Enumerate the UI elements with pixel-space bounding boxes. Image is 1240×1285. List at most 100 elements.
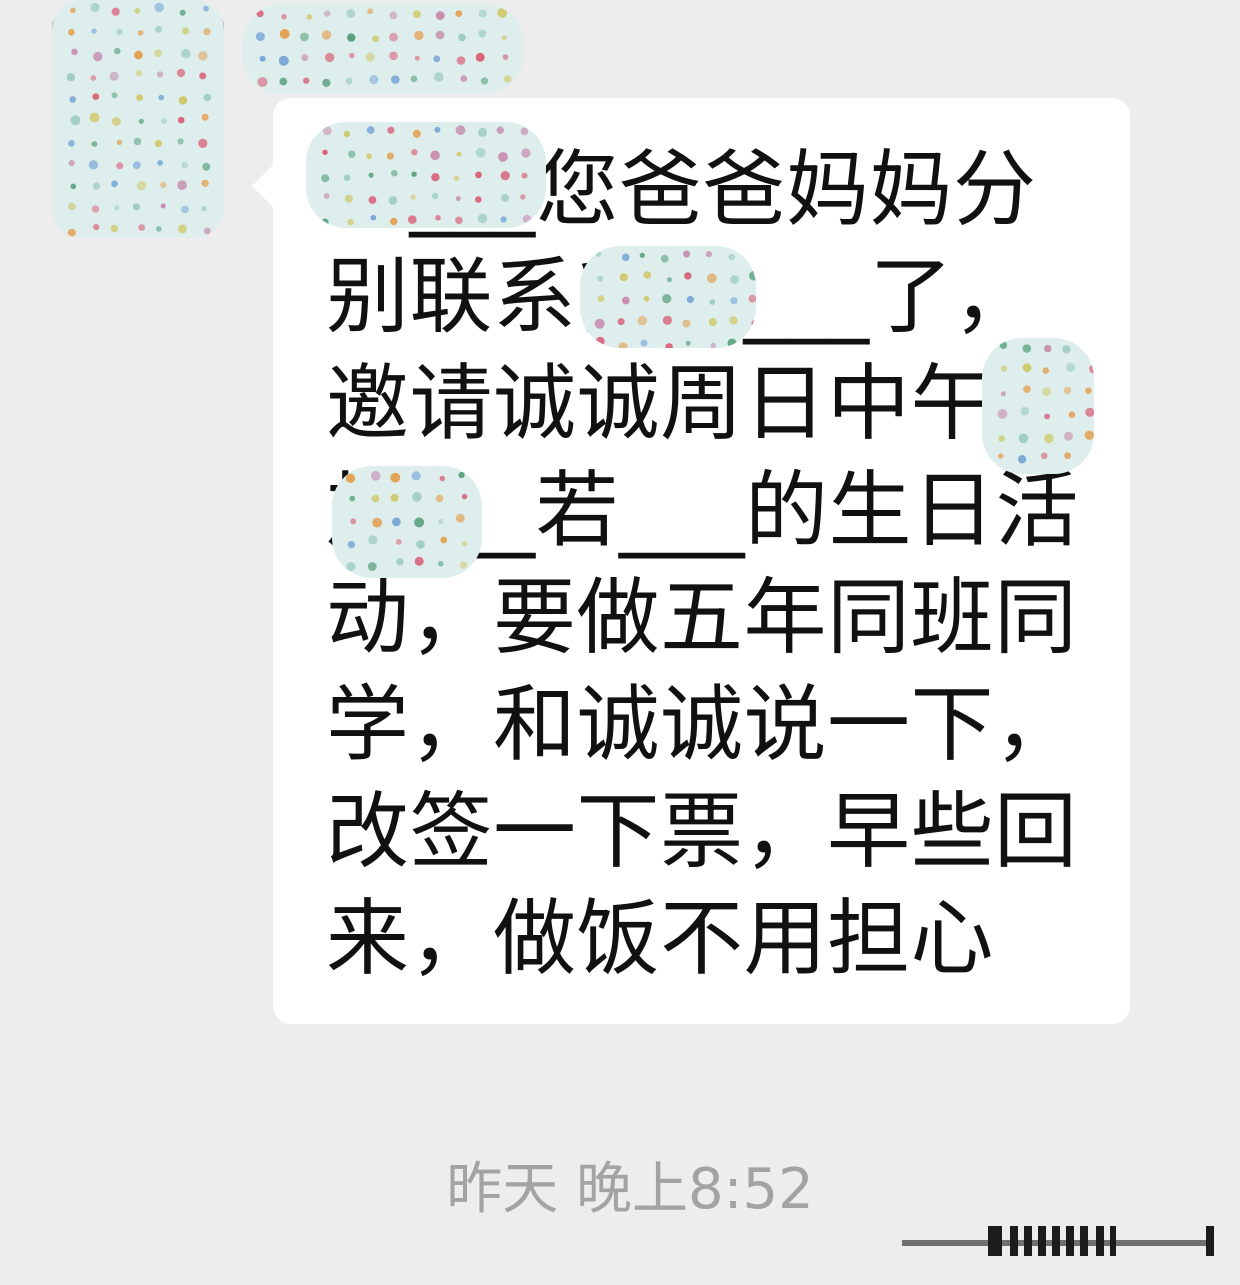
polka-dot-pattern — [255, 7, 512, 87]
redaction-dot — [279, 77, 288, 86]
redaction-dot — [67, 228, 76, 237]
redaction-dot — [343, 174, 351, 182]
redaction-dot — [458, 33, 466, 42]
redaction-dot — [597, 275, 604, 282]
redaction-dot — [390, 472, 401, 483]
redaction-dot — [730, 297, 738, 305]
redaction-dot — [410, 194, 416, 200]
redaction-dot — [456, 151, 462, 157]
redaction-dot — [256, 10, 264, 18]
redaction-dot — [154, 49, 162, 58]
redaction-dot — [203, 93, 211, 102]
redaction-dot — [136, 181, 147, 191]
redaction-dot — [89, 112, 100, 123]
redaction-dot — [324, 10, 331, 17]
redaction-dot — [368, 535, 378, 545]
redaction-dot — [389, 32, 398, 42]
redaction-dot — [349, 495, 356, 502]
redaction-dot — [619, 273, 628, 282]
redaction-dot — [453, 175, 460, 182]
redaction-dot — [70, 115, 81, 126]
polka-dot-pattern — [66, 2, 211, 237]
redaction-dot — [1063, 386, 1072, 395]
redaction-dot — [456, 56, 466, 65]
redaction-dot — [367, 562, 377, 571]
redaction-dot — [350, 518, 357, 525]
redaction-dot — [201, 179, 209, 187]
redaction-dot — [1044, 344, 1052, 353]
redaction-dot — [455, 10, 463, 17]
redaction-dot — [347, 33, 356, 42]
redaction-dot — [68, 160, 75, 167]
redaction-dot — [114, 47, 121, 55]
redaction-dot — [1020, 406, 1030, 416]
redaction-dot — [177, 116, 185, 124]
redaction-dot — [134, 8, 141, 14]
redaction-dot — [475, 52, 485, 62]
redaction-dot — [92, 93, 100, 100]
redaction-dot — [347, 540, 356, 549]
redaction-dot — [368, 172, 374, 178]
redaction-dot — [622, 253, 630, 262]
redaction-dot — [521, 148, 531, 158]
redaction-dot — [324, 52, 335, 63]
redaction-dot — [114, 205, 120, 211]
redaction-dot — [161, 118, 167, 124]
redaction-dot — [412, 492, 422, 502]
redaction-dot — [70, 183, 77, 190]
redaction-dot — [411, 171, 417, 177]
redaction-dot — [391, 75, 400, 84]
redaction-dot — [116, 28, 123, 35]
redaction-dot — [478, 29, 487, 38]
redaction-dot — [134, 50, 143, 60]
redaction-dot — [707, 273, 717, 284]
redaction-dot — [500, 171, 510, 181]
redaction-dot — [475, 171, 482, 179]
redaction-dot — [158, 94, 164, 101]
redaction-dot — [501, 194, 509, 202]
redaction-dot — [154, 139, 162, 147]
redaction-dot — [662, 315, 672, 325]
redaction-dot — [435, 30, 445, 40]
redaction-dot — [617, 318, 625, 326]
redaction-dot — [455, 216, 463, 225]
redaction-dot — [345, 77, 353, 85]
redaction-dot — [1044, 433, 1054, 444]
redaction-dot — [111, 117, 121, 126]
redaction-dot — [435, 11, 445, 21]
redaction-dot — [91, 205, 100, 213]
redaction-dot — [477, 213, 488, 224]
redaction-dot — [395, 539, 402, 545]
redaction-dot — [177, 138, 184, 145]
redaction-dot — [597, 295, 605, 302]
redaction-dot — [388, 196, 398, 205]
redaction-dot — [728, 253, 736, 261]
redaction-dot — [666, 277, 672, 283]
redaction-dot — [346, 562, 356, 572]
redaction-dot — [92, 182, 101, 190]
redaction-dot — [370, 471, 381, 481]
redaction-dot — [660, 254, 669, 263]
redaction-dot — [135, 70, 143, 77]
redaction-dot — [1085, 387, 1092, 394]
redaction-dot — [430, 150, 440, 161]
redaction-dot — [502, 54, 509, 60]
redaction-dot — [321, 174, 330, 183]
redaction-dot — [461, 493, 468, 500]
redaction-dot — [182, 27, 190, 35]
redaction-dot — [478, 9, 487, 18]
redaction-dot — [365, 52, 375, 62]
redaction-dot — [160, 182, 167, 189]
redaction-dot — [110, 224, 118, 233]
redaction-dot — [366, 126, 375, 134]
redaction-dot — [475, 196, 482, 203]
redaction-dot — [389, 51, 398, 61]
redaction-dot — [70, 7, 76, 14]
redaction-dot — [498, 152, 508, 162]
redaction-dot — [1084, 430, 1094, 440]
redaction-dot — [501, 35, 507, 41]
redaction-dot — [154, 2, 164, 13]
redaction-dot — [396, 558, 404, 566]
redaction-dot — [257, 77, 268, 87]
redaction-dot — [201, 113, 209, 121]
